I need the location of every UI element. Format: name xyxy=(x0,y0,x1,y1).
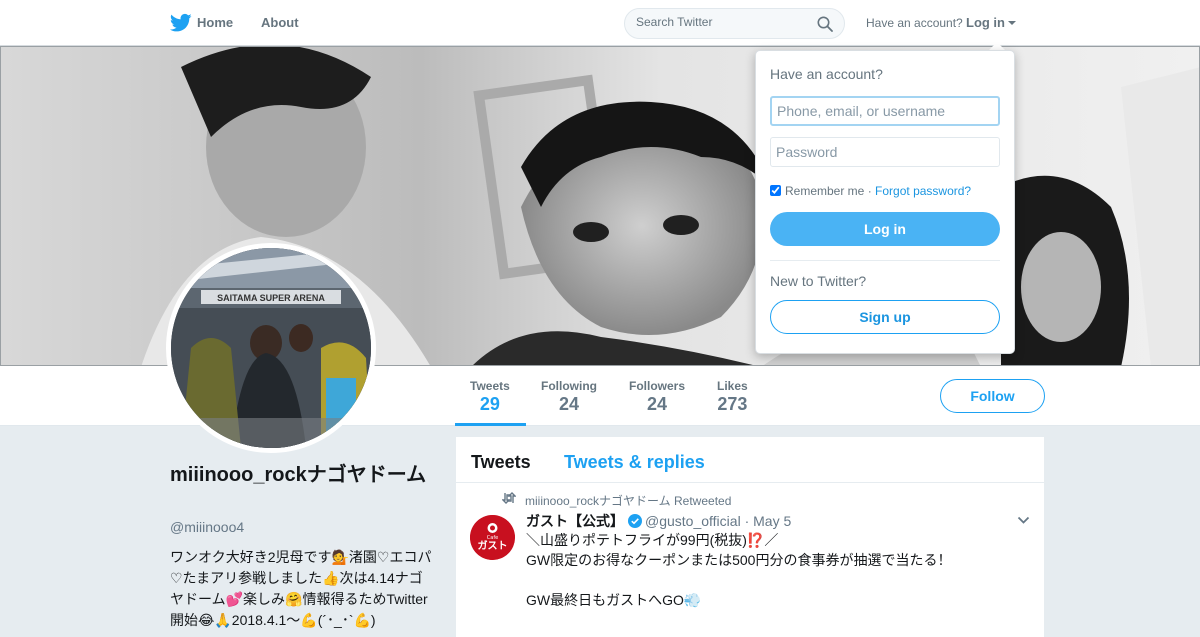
dropdown-title: Have an account? xyxy=(770,66,883,82)
stat-label: Tweets xyxy=(470,379,510,393)
stat-likes[interactable]: Likes 273 xyxy=(717,379,748,415)
password-field[interactable] xyxy=(770,137,1000,167)
stat-value: 273 xyxy=(717,394,748,414)
profile-avatar[interactable]: SAITAMA SUPER ARENA xyxy=(166,243,376,453)
tweet-author-name[interactable]: ガスト【公式】 xyxy=(526,513,624,529)
remember-separator: · xyxy=(867,184,872,198)
new-to-twitter-text: New to Twitter? xyxy=(770,273,867,289)
chevron-down-icon[interactable] xyxy=(1017,516,1030,525)
tweet-author-handle[interactable]: @gusto_official xyxy=(645,513,741,529)
timeline: Tweets Tweets & replies miiinooo_rockナゴヤ… xyxy=(456,437,1044,637)
tweet-author-avatar[interactable]: Cafe ガスト xyxy=(470,515,515,560)
profile-display-name: miiinooo_rockナゴヤドーム xyxy=(170,464,427,486)
tweet-text: ＼山盛りポテトフライが99円(税抜)⁉️／ GW限定のお得なクーポンまたは500… xyxy=(526,532,952,608)
profile-bio: ワンオク大好き2児母です💁渚園♡エコパ♡たまアリ参戦しました👍次は4.14ナゴヤ… xyxy=(170,549,432,628)
stat-following[interactable]: Following 24 xyxy=(541,379,597,415)
stat-followers[interactable]: Followers 24 xyxy=(629,379,685,415)
follow-button[interactable]: Follow xyxy=(940,379,1045,413)
dropdown-divider xyxy=(770,260,1000,261)
tab-tweets-and-replies[interactable]: Tweets & replies xyxy=(564,452,705,473)
stat-label: Following xyxy=(541,379,597,393)
nav-about-link[interactable]: About xyxy=(261,15,299,30)
verified-icon xyxy=(628,514,642,528)
forgot-password-link[interactable]: Forgot password? xyxy=(875,184,971,198)
active-tab-underline xyxy=(455,423,526,426)
twitter-bird-icon[interactable] xyxy=(170,13,192,33)
retweet-context[interactable]: miiinooo_rockナゴヤドーム Retweeted xyxy=(525,492,731,509)
tab-tweets[interactable]: Tweets xyxy=(471,452,531,473)
remember-me-checkbox[interactable] xyxy=(770,185,781,196)
avatar-arena-sign: SAITAMA SUPER ARENA xyxy=(217,293,325,303)
stat-tweets[interactable]: Tweets 29 xyxy=(470,379,510,415)
gusto-logo: Cafe ガスト xyxy=(470,515,515,560)
stat-value: 24 xyxy=(558,394,580,414)
username-field[interactable] xyxy=(770,96,1000,126)
dropdown-arrow xyxy=(989,42,1005,50)
tweet-date[interactable]: May 5 xyxy=(753,513,791,529)
remember-me-row: Remember me · Forgot password? xyxy=(770,184,971,198)
login-button[interactable]: Log in xyxy=(770,212,1000,246)
signup-button[interactable]: Sign up xyxy=(770,300,1000,334)
top-navigation-bar: Home About Have an account? Log in xyxy=(0,0,1200,46)
stat-label: Followers xyxy=(629,379,686,393)
nav-home-link[interactable]: Home xyxy=(197,15,233,30)
stat-value: 29 xyxy=(479,394,500,414)
login-menu-link[interactable]: Log in xyxy=(966,15,1005,30)
stat-value: 24 xyxy=(646,394,668,414)
stat-label: Likes xyxy=(717,379,748,393)
profile-handle[interactable]: @miiinooo4 xyxy=(170,519,244,535)
gusto-logo-text: ガスト xyxy=(478,539,508,552)
tweet-separator: · xyxy=(744,513,750,529)
retweet-icon xyxy=(502,492,516,504)
remember-me-label[interactable]: Remember me xyxy=(785,184,864,198)
caret-down-icon[interactable] xyxy=(1008,21,1016,25)
search-box[interactable] xyxy=(624,8,845,39)
search-input[interactable] xyxy=(636,15,806,29)
have-account-text: Have an account? xyxy=(866,16,963,30)
avatar-photo: SAITAMA SUPER ARENA xyxy=(171,248,371,448)
timeline-tabs: Tweets Tweets & replies xyxy=(456,437,1044,483)
login-dropdown: Have an account? Remember me · Forgot pa… xyxy=(755,50,1015,354)
tweet-header: ガスト【公式】 @gusto_official · May 5 xyxy=(526,511,791,531)
search-icon[interactable] xyxy=(817,16,833,32)
